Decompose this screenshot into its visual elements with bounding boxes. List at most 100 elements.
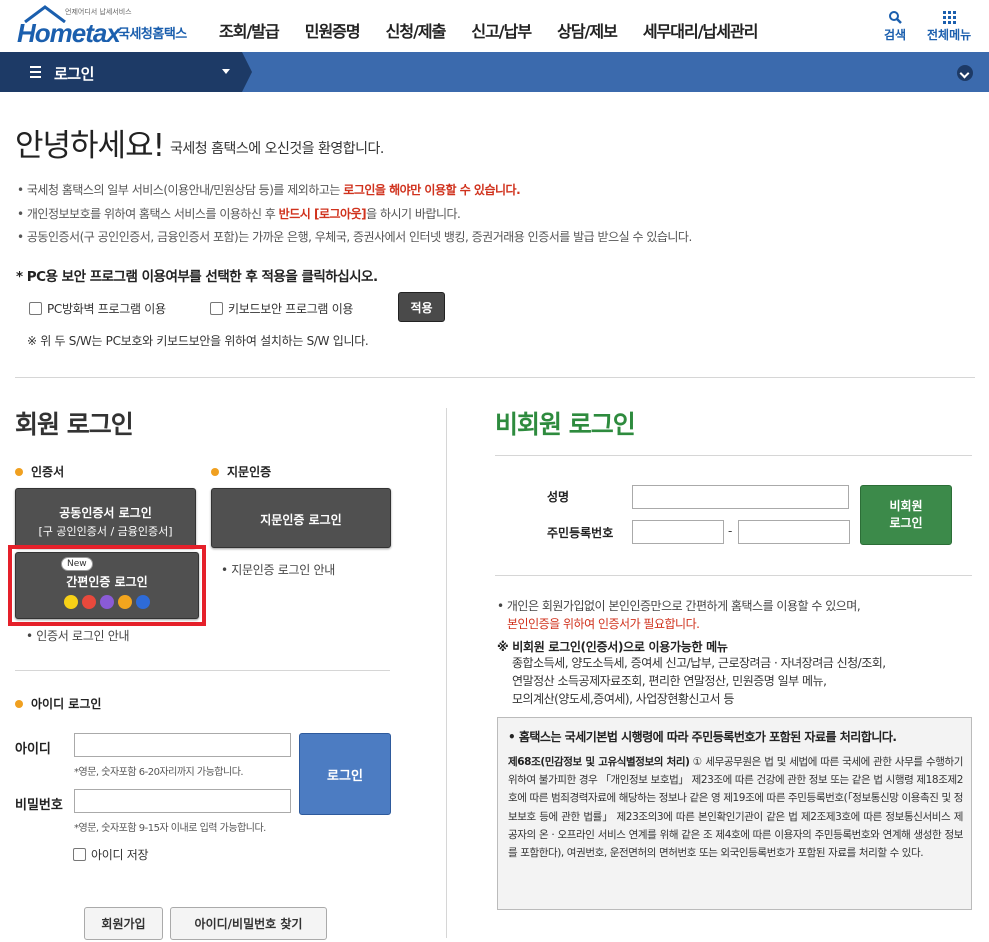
logo-tagline: 언제어디서 납세서비스 [65, 8, 132, 16]
divider [495, 455, 972, 456]
notice-text: • 국세청 홈택스의 일부 서비스(이용안내/민원상담 등)를 제외하고는 [17, 183, 344, 197]
rrn-front-input[interactable] [632, 520, 724, 544]
password-input[interactable] [74, 789, 291, 813]
notice-text: 을 하시기 바랍니다. [366, 207, 461, 221]
bullet-icon [15, 699, 23, 708]
nonmember-login-title: 비회원 로그인 [495, 410, 636, 439]
law-heading: • 홈택스는 국세기본법 시행령에 따라 주민등록번호가 포함된 자료를 처리합… [508, 730, 897, 744]
notice-highlight: 반드시 [로그아웃] [278, 207, 367, 221]
checkbox-label: 키보드보안 프로그램 이용 [228, 302, 354, 316]
rrn-label: 주민등록번호 [547, 526, 614, 540]
nonmember-menu-list: 종합소득세, 양도소득세, 증여세 신고/납부, 근로장려금 · 자녀장려금 신… [512, 656, 886, 706]
id-input[interactable] [74, 733, 291, 757]
pass-icon [100, 595, 114, 609]
id-hint: *영문, 숫자포함 6-20자리까지 가능합니다. [74, 767, 244, 778]
section-label-text: 지문인증 [227, 465, 272, 479]
nonmember-login-button[interactable]: 비회원 로그인 [860, 485, 952, 545]
section-label-text: 아이디 로그인 [31, 697, 102, 711]
button-label: 간편인증 로그인 [66, 575, 148, 589]
header: 언제어디서 납세서비스 Hometax 국세청홈택스 조회/발급 민원증명 신청… [0, 0, 989, 52]
login-button[interactable]: 로그인 [299, 733, 391, 815]
kakao-icon [64, 595, 78, 609]
cert-section-label: 인증서 [15, 463, 64, 480]
checkbox-box[interactable] [73, 848, 86, 861]
id-login-section-label: 아이디 로그인 [15, 695, 101, 712]
divider [495, 575, 972, 576]
chevron-down-icon[interactable] [222, 69, 230, 74]
privacy-law-box: • 홈택스는 국세기본법 시행령에 따라 주민등록번호가 포함된 자료를 처리합… [497, 717, 972, 910]
simple-auth-highlight: New 간편인증 로그인 [8, 545, 206, 626]
nonmember-info-2: 본인인증을 위하여 인증서가 필요합니다. [507, 617, 700, 631]
greeting-title: 안녕하세요! [15, 128, 165, 164]
checkbox-label: 아이디 저장 [91, 848, 149, 862]
search-button[interactable]: 검색 [884, 8, 906, 43]
simple-auth-login-button[interactable]: New 간편인증 로그인 [15, 552, 199, 619]
name-label: 성명 [547, 490, 570, 504]
pc-security-title: * PC용 보안 프로그램 이용여부를 선택한 후 적용을 클릭하십시오. [16, 269, 378, 285]
checkbox-box[interactable] [210, 302, 223, 315]
notice-highlight: 로그인을 해야만 이용할 수 있습니다. [343, 183, 521, 197]
firewall-checkbox[interactable]: PC방화벽 프로그램 이용 [29, 300, 166, 317]
fingerprint-login-button[interactable]: 지문인증 로그인 [211, 488, 391, 548]
toss-icon [136, 595, 150, 609]
finger-section-label: 지문인증 [211, 463, 271, 480]
bullet-icon [211, 467, 219, 476]
logo-subtext: 국세청홈택스 [118, 27, 187, 42]
notice-text: • 개인정보보호를 위하여 홈택스 서비스를 이용하신 후 [17, 207, 279, 221]
join-button[interactable]: 회원가입 [84, 907, 163, 940]
button-label: 지문인증 로그인 [260, 513, 342, 527]
section-label-text: 인증서 [31, 465, 65, 479]
name-input[interactable] [632, 485, 849, 509]
notice-line-3: • 공동인증서(구 공인인증서, 금융인증서 포함)는 가까운 은행, 우체국,… [17, 230, 692, 244]
greeting-subtitle: 국세청 홈택스에 오신것을 환영합니다. [170, 141, 384, 157]
menu-icon[interactable] [30, 66, 41, 78]
rrn-dash: - [728, 524, 732, 538]
rrn-back-input[interactable] [738, 520, 850, 544]
new-badge: New [61, 557, 93, 571]
button-label: 로그인 [889, 516, 923, 530]
expand-circle-icon[interactable] [957, 65, 973, 81]
gnb-item-filing[interactable]: 신고/납부 [471, 18, 532, 42]
location-bar: 로그인 [0, 52, 989, 92]
location-title: 로그인 [54, 65, 94, 83]
joint-cert-login-button[interactable]: 공동인증서 로그인 [구 공인인증서 / 금융인증서] [15, 488, 196, 548]
all-menu-button[interactable]: 전체메뉴 [927, 8, 971, 43]
global-nav: 조회/발급 민원증명 신청/제출 신고/납부 상담/제보 세무대리/납세관리 [219, 18, 783, 42]
bullet-icon [15, 467, 23, 476]
member-login-title: 회원 로그인 [15, 410, 134, 439]
nonmember-menu-title: ※ 비회원 로그인(인증서)으로 이용가능한 메뉴 [497, 640, 728, 654]
nonmember-info-1: • 개인은 회원가입없이 본인인증만으로 간편하게 홈택스를 이용할 수 있으며… [497, 599, 861, 613]
cert-guide-link[interactable]: • 인증서 로그인 안내 [26, 627, 130, 644]
grid-icon [942, 10, 956, 24]
payco-icon [82, 595, 96, 609]
gnb-item-consulting[interactable]: 상담/제보 [557, 18, 618, 42]
notice-line-1: • 국세청 홈택스의 일부 서비스(이용안내/민원상담 등)를 제외하고는 로그… [17, 181, 521, 198]
law-article-title: 제68조(민감정보 및 고유식별정보의 처리) [508, 756, 690, 768]
divider [15, 377, 975, 378]
checkbox-box[interactable] [29, 302, 42, 315]
button-sublabel: [구 공인인증서 / 금융인증서] [38, 525, 173, 538]
kb-icon [118, 595, 132, 609]
gnb-item-application[interactable]: 신청/제출 [386, 18, 447, 42]
keyboard-security-checkbox[interactable]: 키보드보안 프로그램 이용 [210, 300, 353, 317]
law-article-text: ① 세무공무원은 법 및 세법에 따른 국세에 관한 사무를 수행하기 위하여 … [508, 756, 963, 860]
save-id-checkbox[interactable]: 아이디 저장 [73, 846, 149, 863]
law-body: 제68조(민감정보 및 고유식별정보의 처리) ① 세무공무원은 법 및 세법에… [508, 753, 963, 862]
gnb-item-certificate[interactable]: 민원증명 [305, 18, 361, 42]
find-id-password-button[interactable]: 아이디/비밀번호 찾기 [170, 907, 327, 940]
divider [15, 670, 390, 671]
gnb-item-inquiry[interactable]: 조회/발급 [219, 18, 280, 42]
hometax-logo[interactable]: 언제어디서 납세서비스 Hometax 국세청홈택스 [15, 4, 200, 48]
notice-line-2: • 개인정보보호를 위하여 홈택스 서비스를 이용하신 후 반드시 [로그아웃]… [17, 205, 461, 222]
search-icon [889, 11, 902, 24]
gnb-item-tax-agent[interactable]: 세무대리/납세관리 [643, 18, 759, 42]
all-menu-label: 전체메뉴 [927, 28, 972, 42]
sw-note: ※ 위 두 S/W는 PC보호와 키보드보안을 위하여 설치하는 S/W 입니다… [27, 334, 369, 348]
search-label: 검색 [884, 28, 907, 42]
checkbox-label: PC방화벽 프로그램 이용 [47, 302, 166, 316]
fingerprint-guide-link[interactable]: • 지문인증 로그인 안내 [221, 561, 335, 578]
column-divider [446, 408, 447, 938]
apply-button[interactable]: 적용 [398, 292, 445, 322]
password-hint: *영문, 숫자포함 9-15자 이내로 입력 가능합니다. [74, 823, 266, 834]
logo-text: Hometax [17, 18, 121, 48]
